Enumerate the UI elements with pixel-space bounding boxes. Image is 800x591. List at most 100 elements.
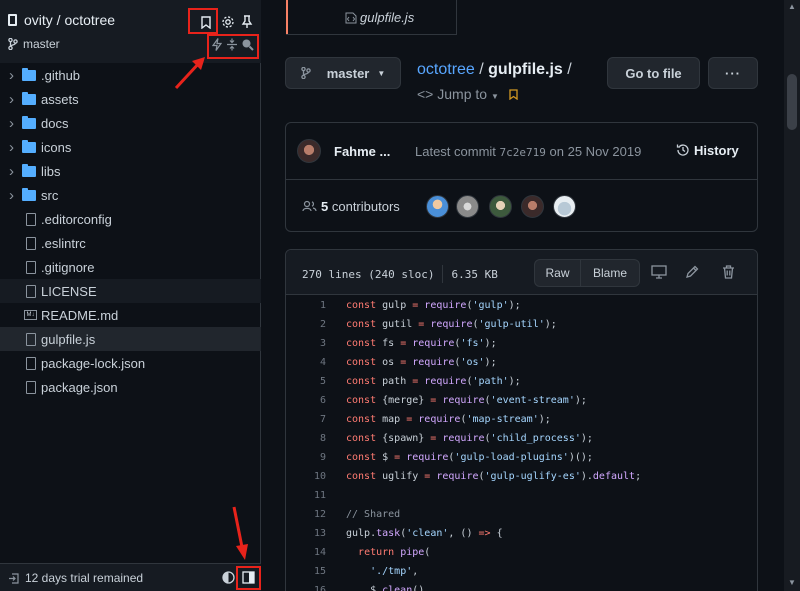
line-number[interactable]: 5: [286, 376, 326, 387]
tree-folder-item[interactable]: › assets: [0, 87, 261, 111]
commit-author[interactable]: Fahme ...: [334, 144, 390, 159]
bookmark-icon[interactable]: [509, 89, 518, 101]
tree-item-label: libs: [41, 163, 61, 179]
page-scrollbar[interactable]: ▲ ▼: [784, 0, 800, 591]
tree-folder-item[interactable]: › .github: [0, 63, 261, 87]
caret-down-icon: ▼: [377, 68, 386, 78]
tree-file-item[interactable]: package-lock.json: [0, 351, 261, 375]
tree-file-item[interactable]: package.json: [0, 375, 261, 399]
chevron-right-icon[interactable]: ›: [9, 115, 19, 132]
scroll-thumb[interactable]: [787, 74, 797, 130]
tree-item-label: src: [41, 187, 59, 203]
line-number[interactable]: 7: [286, 414, 326, 425]
file-icon: [26, 356, 36, 370]
history-link[interactable]: History: [676, 143, 739, 158]
repo-main: gulpfile.js master ▼ octotree / gulpfile…: [262, 0, 784, 591]
tree-file-item[interactable]: M↓ README.md: [0, 303, 261, 327]
tab-gulpfile[interactable]: gulpfile.js: [286, 0, 457, 35]
tab-label: gulpfile.js: [345, 10, 414, 25]
tree-item-label: gulpfile.js: [41, 331, 96, 347]
chevron-right-icon[interactable]: ›: [9, 163, 19, 180]
file-tree: › .github › assets › docs › icons › libs › src .edit…: [0, 63, 261, 399]
line-number[interactable]: 9: [286, 452, 326, 463]
code-line[interactable]: 8 const {spawn} = require('child_process'…: [286, 429, 757, 448]
line-number[interactable]: 10: [286, 471, 326, 482]
tree-folder-item[interactable]: › libs: [0, 159, 261, 183]
go-to-file-button[interactable]: Go to file: [607, 57, 700, 89]
desktop-icon[interactable]: [650, 264, 668, 280]
code-line[interactable]: 4 const os = require('os');: [286, 353, 757, 372]
file-header: 270 lines (240 sloc) 6.35 KB Raw Blame: [286, 250, 757, 295]
code-line[interactable]: 5 const path = require('path');: [286, 372, 757, 391]
line-number[interactable]: 11: [286, 490, 326, 501]
chevron-right-icon[interactable]: ›: [9, 91, 19, 108]
tree-file-item[interactable]: .gitignore: [0, 255, 261, 279]
line-number[interactable]: 2: [286, 319, 326, 330]
pencil-icon[interactable]: [684, 264, 700, 280]
tree-folder-item[interactable]: › icons: [0, 135, 261, 159]
code-line[interactable]: 15 './tmp',: [286, 562, 757, 581]
code-line[interactable]: 6 const {merge} = require('event-stream')…: [286, 391, 757, 410]
code-line[interactable]: 10 const uglify = require('gulp-uglify-es…: [286, 467, 757, 486]
tree-item-label: package-lock.json: [41, 355, 146, 371]
tree-file-item[interactable]: .eslintrc: [0, 231, 261, 255]
tree-item-label: icons: [41, 139, 72, 155]
chevron-right-icon[interactable]: ›: [9, 187, 19, 204]
contributor-avatar[interactable]: [456, 195, 479, 218]
more-options-button[interactable]: ···: [708, 57, 758, 89]
line-number[interactable]: 13: [286, 528, 326, 539]
contributors-link[interactable]: 5 contributors: [302, 199, 400, 214]
tree-file-item[interactable]: .editorconfig: [0, 207, 261, 231]
gear-icon[interactable]: [220, 14, 236, 30]
line-number[interactable]: 14: [286, 547, 326, 558]
tree-file-item[interactable]: LICENSE: [0, 279, 261, 303]
line-number[interactable]: 6: [286, 395, 326, 406]
tree-file-item[interactable]: gulpfile.js: [0, 327, 261, 351]
tree-folder-item[interactable]: › docs: [0, 111, 261, 135]
code-line[interactable]: 3 const fs = require('fs');: [286, 334, 757, 353]
code-line[interactable]: 12 // Shared: [286, 505, 757, 524]
chevron-right-icon[interactable]: ›: [9, 67, 19, 84]
line-number[interactable]: 4: [286, 357, 326, 368]
code-line[interactable]: 9 const $ = require('gulp-load-plugins')(…: [286, 448, 757, 467]
code-text: const os = require('os');: [346, 357, 497, 368]
line-number[interactable]: 15: [286, 566, 326, 577]
code-line[interactable]: 16 $.clean(): [286, 581, 757, 591]
scroll-up-icon[interactable]: ▲: [788, 2, 796, 11]
code-line[interactable]: 11: [286, 486, 757, 505]
code-line[interactable]: 13 gulp.task('clean', () => {: [286, 524, 757, 543]
commit-hash[interactable]: 7c2e719: [500, 146, 546, 159]
trash-icon[interactable]: [720, 264, 736, 280]
contributor-avatar[interactable]: [489, 195, 512, 218]
trial-status[interactable]: 12 days trial remained: [8, 571, 143, 585]
line-number[interactable]: 3: [286, 338, 326, 349]
line-number[interactable]: 1: [286, 300, 326, 311]
code-line[interactable]: 7 const map = require('map-stream');: [286, 410, 757, 429]
tree-folder-item[interactable]: › src: [0, 183, 261, 207]
raw-button[interactable]: Raw: [534, 259, 581, 287]
jump-to-menu[interactable]: <> Jump to ▼: [417, 86, 518, 102]
code-text: const {merge} = require('event-stream');: [346, 395, 587, 406]
chevron-right-icon[interactable]: ›: [9, 139, 19, 156]
blame-button[interactable]: Blame: [580, 259, 640, 287]
scroll-down-icon[interactable]: ▼: [788, 578, 796, 587]
branch-select-button[interactable]: master ▼: [285, 57, 401, 89]
author-avatar[interactable]: [297, 139, 321, 163]
code-line[interactable]: 2 const gutil = require('gulp-util');: [286, 315, 757, 334]
tree-item-label: README.md: [41, 307, 119, 323]
folder-icon: [22, 91, 36, 105]
code-file-icon: [345, 12, 357, 24]
contributor-avatar[interactable]: [426, 195, 449, 218]
file-viewer: 270 lines (240 sloc) 6.35 KB Raw Blame 1 c…: [285, 249, 758, 591]
repo-title[interactable]: ovity / octotree: [8, 12, 115, 28]
theme-toggle-icon[interactable]: [221, 570, 235, 584]
pin-icon[interactable]: [240, 14, 254, 30]
line-number[interactable]: 8: [286, 433, 326, 444]
breadcrumb-repo-link[interactable]: octotree: [417, 61, 475, 78]
contributor-avatar[interactable]: [521, 195, 544, 218]
code-line[interactable]: 14 return pipe(: [286, 543, 757, 562]
code-line[interactable]: 1 const gulp = require('gulp');: [286, 296, 757, 315]
line-number[interactable]: 12: [286, 509, 326, 520]
contributor-avatar[interactable]: [553, 195, 576, 218]
line-number[interactable]: 16: [286, 585, 326, 591]
